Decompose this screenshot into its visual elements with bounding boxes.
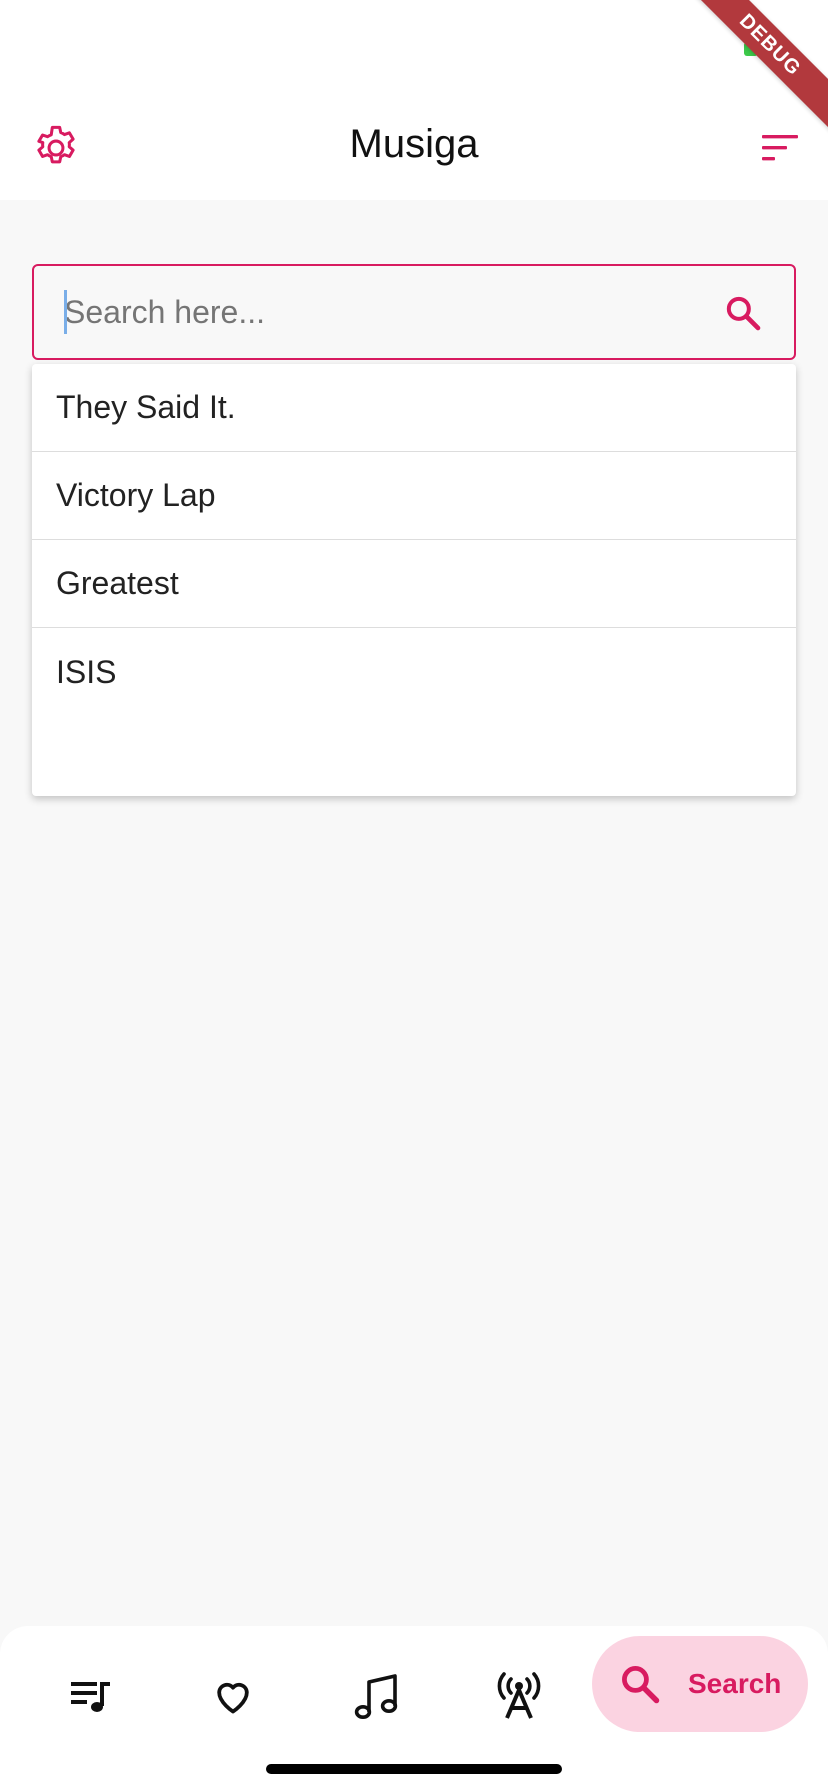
nav-music-button[interactable] <box>342 1654 412 1738</box>
suggestion-item[interactable]: They Said It. <box>32 364 796 452</box>
search-submit-button[interactable] <box>718 288 768 338</box>
search-field[interactable] <box>32 264 796 360</box>
suggestion-item[interactable]: ISIS <box>32 628 796 716</box>
heart-icon <box>217 1682 249 1714</box>
music-note-icon <box>354 1674 398 1719</box>
nav-favorites-button[interactable] <box>198 1654 268 1738</box>
nav-search-button[interactable]: Search <box>592 1636 808 1732</box>
nav-queue-button[interactable] <box>56 1654 126 1738</box>
app-bar: DEBUG Musiga <box>0 0 828 200</box>
suggestion-item[interactable]: Greatest <box>32 540 796 628</box>
page-title: Musiga <box>349 122 479 166</box>
nav-search-label: Search <box>688 1668 782 1699</box>
suggestion-item[interactable]: Victory Lap <box>32 452 796 540</box>
sort-icon <box>762 135 798 161</box>
home-indicator <box>266 1764 562 1774</box>
search-icon <box>726 296 761 331</box>
sort-button[interactable] <box>752 120 808 176</box>
search-input[interactable] <box>34 282 794 342</box>
nav-radio-button[interactable] <box>484 1654 554 1738</box>
radio-tower-icon <box>497 1672 541 1719</box>
debug-banner: DEBUG <box>680 0 828 135</box>
text-cursor <box>64 290 67 334</box>
suggestion-list: They Said It. Victory Lap Greatest ISIS <box>32 364 796 796</box>
queue-music-icon <box>71 1682 110 1712</box>
search-icon <box>622 1666 660 1704</box>
